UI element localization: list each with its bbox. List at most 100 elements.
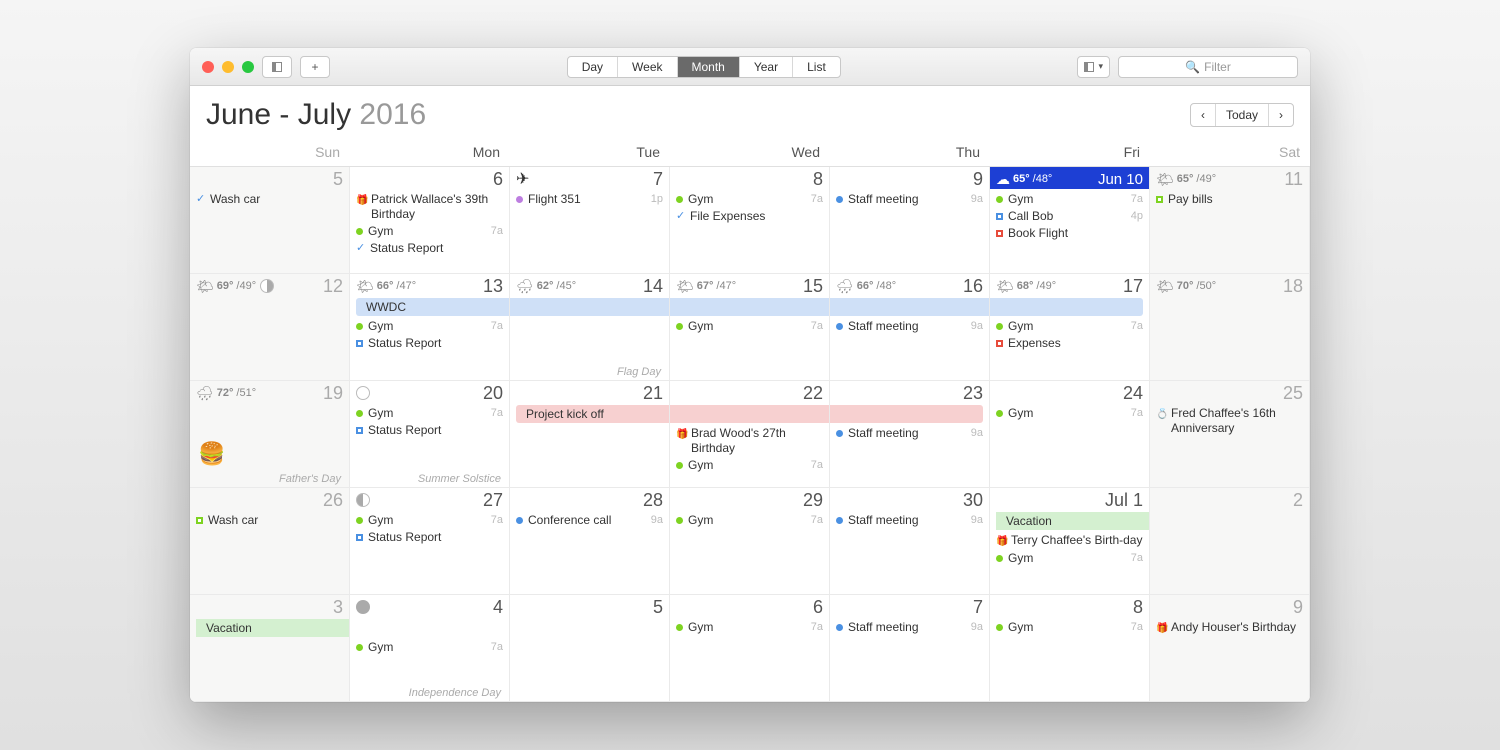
multi-day-event[interactable] bbox=[830, 405, 983, 423]
event[interactable]: Gym7a bbox=[356, 318, 503, 335]
day-cell[interactable]: 🌧62°/45°14Flag Day bbox=[510, 274, 670, 381]
close-button[interactable] bbox=[202, 61, 214, 73]
day-cell[interactable]: ☁65°/48°Jun 10Gym7aCall Bob4pBook Flight bbox=[990, 167, 1150, 274]
day-cell[interactable]: 9🎁Andy Houser's Birthday bbox=[1150, 595, 1310, 702]
task-checkbox[interactable] bbox=[196, 517, 203, 524]
task-checkbox[interactable] bbox=[356, 340, 363, 347]
event[interactable]: Staff meeting9a bbox=[836, 318, 983, 335]
today-button[interactable]: Today bbox=[1216, 104, 1269, 126]
day-cell[interactable]: 5✓Wash car bbox=[190, 167, 350, 274]
event[interactable]: Gym7a bbox=[996, 619, 1143, 636]
day-cell[interactable]: 7Staff meeting9a bbox=[830, 595, 990, 702]
day-cell[interactable]: 2 bbox=[1150, 488, 1310, 595]
view-tab-year[interactable]: Year bbox=[740, 57, 793, 77]
event[interactable]: Book Flight bbox=[996, 225, 1143, 242]
view-tab-list[interactable]: List bbox=[793, 57, 840, 77]
day-cell[interactable]: 4Gym7aIndependence Day bbox=[350, 595, 510, 702]
day-cell[interactable]: 🌤66°/47°13WWDCGym7aStatus Report bbox=[350, 274, 510, 381]
event[interactable]: Status Report bbox=[356, 422, 503, 439]
day-cell[interactable]: 9Staff meeting9a bbox=[830, 167, 990, 274]
task-checkbox[interactable] bbox=[996, 340, 1003, 347]
day-cell[interactable]: 29Gym7a bbox=[670, 488, 830, 595]
event[interactable]: Gym7a bbox=[356, 405, 503, 422]
day-cell[interactable]: 3Vacation bbox=[190, 595, 350, 702]
day-cell[interactable]: 🌤67°/47°15Gym7a bbox=[670, 274, 830, 381]
day-cell[interactable]: 20Gym7aStatus ReportSummer Solstice bbox=[350, 381, 510, 488]
event[interactable]: Gym7a bbox=[356, 639, 503, 656]
multi-day-event[interactable]: Vacation bbox=[996, 512, 1149, 530]
event[interactable]: 🎁Andy Houser's Birthday bbox=[1156, 619, 1303, 637]
event[interactable]: Status Report bbox=[356, 529, 503, 546]
event[interactable]: Gym7a bbox=[356, 512, 503, 529]
multi-day-event[interactable] bbox=[510, 298, 669, 316]
event[interactable]: Wash car bbox=[196, 512, 343, 529]
day-cell[interactable]: 6Gym7a bbox=[670, 595, 830, 702]
event[interactable]: 🎁Terry Chaffee's Birth-day bbox=[996, 532, 1143, 550]
event[interactable]: ✓Status Report bbox=[356, 240, 503, 257]
event[interactable]: Staff meeting9a bbox=[836, 619, 983, 636]
event[interactable]: 🎁Brad Wood's 27th Birthday bbox=[676, 425, 823, 457]
multi-day-event[interactable]: WWDC bbox=[356, 298, 509, 316]
task-checkbox[interactable] bbox=[996, 230, 1003, 237]
next-button[interactable]: › bbox=[1269, 104, 1293, 126]
day-cell[interactable]: 🌧66°/48°16Staff meeting9a bbox=[830, 274, 990, 381]
day-cell[interactable]: 🌧72°/51°19🍔Father's Day bbox=[190, 381, 350, 488]
day-cell[interactable]: 8Gym7a bbox=[990, 595, 1150, 702]
event[interactable]: Conference call9a bbox=[516, 512, 663, 529]
day-cell[interactable]: 23Staff meeting9a bbox=[830, 381, 990, 488]
event[interactable]: Staff meeting9a bbox=[836, 512, 983, 529]
task-checkbox[interactable] bbox=[356, 427, 363, 434]
day-cell[interactable]: 28Conference call9a bbox=[510, 488, 670, 595]
event[interactable]: ✓File Expenses bbox=[676, 208, 823, 225]
add-button[interactable]: + bbox=[300, 56, 330, 78]
day-cell[interactable]: 25💍Fred Chaffee's 16th Anniversary bbox=[1150, 381, 1310, 488]
multi-day-event[interactable] bbox=[1150, 512, 1303, 530]
filter-input[interactable]: 🔍 Filter bbox=[1118, 56, 1298, 78]
multi-day-event[interactable]: Project kick off bbox=[516, 405, 669, 423]
day-cell[interactable]: 🌤69°/49°12 bbox=[190, 274, 350, 381]
event[interactable]: Gym7a bbox=[676, 512, 823, 529]
event[interactable]: Gym7a bbox=[996, 318, 1143, 335]
day-cell[interactable]: 6🎁Patrick Wallace's 39th BirthdayGym7a✓S… bbox=[350, 167, 510, 274]
day-cell[interactable]: 🌤68°/49°17Gym7aExpenses bbox=[990, 274, 1150, 381]
day-cell[interactable]: 5 bbox=[510, 595, 670, 702]
event[interactable]: 💍Fred Chaffee's 16th Anniversary bbox=[1156, 405, 1303, 437]
maximize-button[interactable] bbox=[242, 61, 254, 73]
day-cell[interactable]: 🌤70°/50°18 bbox=[1150, 274, 1310, 381]
multi-day-event[interactable] bbox=[830, 298, 989, 316]
view-tab-day[interactable]: Day bbox=[568, 57, 618, 77]
day-cell[interactable]: ✈7Flight 3511p bbox=[510, 167, 670, 274]
multi-day-event[interactable] bbox=[670, 298, 829, 316]
event[interactable]: ✓Wash car bbox=[196, 191, 343, 208]
task-checkbox[interactable] bbox=[996, 213, 1003, 220]
event[interactable]: Status Report bbox=[356, 335, 503, 352]
event[interactable]: Call Bob4p bbox=[996, 208, 1143, 225]
event[interactable]: Gym7a bbox=[996, 550, 1143, 567]
multi-day-event[interactable] bbox=[990, 298, 1143, 316]
event[interactable]: Gym7a bbox=[676, 457, 823, 474]
event[interactable]: Gym7a bbox=[676, 619, 823, 636]
day-cell[interactable]: 🌤65°/49°11Pay bills bbox=[1150, 167, 1310, 274]
event[interactable]: Gym7a bbox=[996, 405, 1143, 422]
event[interactable]: Flight 3511p bbox=[516, 191, 663, 208]
event[interactable]: Staff meeting9a bbox=[836, 191, 983, 208]
appearance-button[interactable]: ▾ bbox=[1077, 56, 1110, 78]
multi-day-event[interactable]: Vacation bbox=[196, 619, 349, 637]
prev-button[interactable]: ‹ bbox=[1191, 104, 1216, 126]
event[interactable]: Expenses bbox=[996, 335, 1143, 352]
event[interactable]: Gym7a bbox=[676, 191, 823, 208]
multi-day-event[interactable] bbox=[510, 619, 663, 637]
view-tab-month[interactable]: Month bbox=[678, 57, 740, 77]
day-cell[interactable]: 27Gym7aStatus Report bbox=[350, 488, 510, 595]
day-cell[interactable]: Jul 1Vacation🎁Terry Chaffee's Birth-dayG… bbox=[990, 488, 1150, 595]
event[interactable]: Staff meeting9a bbox=[836, 425, 983, 442]
view-tab-week[interactable]: Week bbox=[618, 57, 677, 77]
day-cell[interactable]: 8Gym7a✓File Expenses bbox=[670, 167, 830, 274]
multi-day-event[interactable] bbox=[670, 405, 829, 423]
day-cell[interactable]: 24Gym7a bbox=[990, 381, 1150, 488]
task-checkbox[interactable] bbox=[1156, 196, 1163, 203]
event[interactable]: Pay bills bbox=[1156, 191, 1303, 208]
event[interactable]: Gym7a bbox=[676, 318, 823, 335]
day-cell[interactable]: 22🎁Brad Wood's 27th BirthdayGym7a bbox=[670, 381, 830, 488]
event[interactable]: Gym7a bbox=[996, 191, 1143, 208]
